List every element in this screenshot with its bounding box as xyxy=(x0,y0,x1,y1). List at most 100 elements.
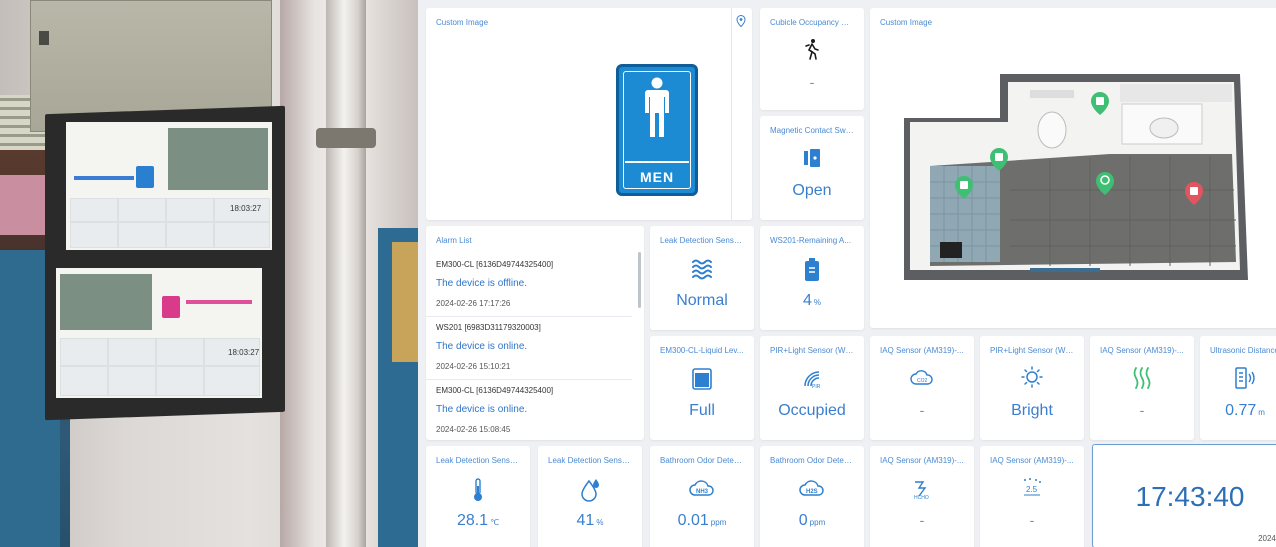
leak-temperature-card[interactable]: Leak Detection Sensor... 28.1 ℃ xyxy=(426,446,530,547)
screen-women-sign xyxy=(162,296,180,318)
monitor-screen-bottom: 18:03:27 xyxy=(56,268,262,398)
card-title: EM300-CL-Liquid Lev... xyxy=(660,346,744,355)
card-title: Custom Image xyxy=(880,18,933,27)
nh3-cloud-icon: NH3 xyxy=(689,478,715,503)
sensor-unit: m xyxy=(1258,408,1265,417)
restroom-floorplan-image xyxy=(904,74,1248,280)
alarm-device: EM300-CL [6136D49744325400] xyxy=(436,260,554,269)
cubicle-occupancy-card[interactable]: Cubicle Occupancy Se... - xyxy=(760,8,864,110)
alarm-item[interactable]: EM300-CL [6136D49744325400] The device i… xyxy=(426,254,632,317)
alarm-time: 2024-02-26 15:08:45 xyxy=(436,425,511,434)
card-title: Bathroom Odor Detec... xyxy=(660,456,744,465)
sensor-unit: ppm xyxy=(710,518,727,527)
sensor-reading: 0.77 m xyxy=(1200,402,1276,420)
card-title: PIR+Light Sensor (WS... xyxy=(990,346,1074,355)
alarm-item[interactable]: EM300-CL [6136D49744325400] The device i… xyxy=(426,380,632,440)
dispenser-icon xyxy=(803,258,821,287)
alarm-item[interactable]: WS201 [6983D31179320003] The device is o… xyxy=(426,317,632,380)
iaq-co2-card[interactable]: IAQ Sensor (AM319)-... CO2 - xyxy=(870,336,974,440)
sensor-value: 0 xyxy=(798,512,808,529)
sensor-reading: 0.01 ppm xyxy=(650,512,754,530)
co2-cloud-icon: CO2 xyxy=(910,368,934,393)
leak-humidity-card[interactable]: Leak Detection Sensor... 41% xyxy=(538,446,642,547)
bathroom-odor-nh3-card[interactable]: Bathroom Odor Detec... NH3 0.01 ppm xyxy=(650,446,754,547)
sensor-unit: % xyxy=(813,298,822,307)
svg-text:NH3: NH3 xyxy=(696,489,709,495)
sensor-reading: 41% xyxy=(538,512,642,530)
iaq-heat-card[interactable]: IAQ Sensor (AM319)-... - xyxy=(1090,336,1194,440)
alarm-list[interactable]: EM300-CL [6136D49744325400] The device i… xyxy=(426,254,632,440)
h2s-cloud-icon: H2S xyxy=(799,478,825,503)
custom-image-card-1[interactable]: Custom Image MEN xyxy=(426,8,752,220)
pir-icon: PIR xyxy=(801,368,823,395)
heat-waves-icon xyxy=(1132,366,1152,395)
card-title: Leak Detection Sensor... xyxy=(548,456,632,465)
sensor-reading: 4% xyxy=(760,292,864,310)
screen-floorplan-2 xyxy=(60,274,152,330)
pir-light-sensor-card-2[interactable]: PIR+Light Sensor (WS... Bright xyxy=(980,336,1084,440)
clock-time: 17:43:40 xyxy=(1135,481,1245,512)
scrollbar[interactable] xyxy=(638,252,641,308)
alarm-message: The device is offline. xyxy=(436,278,527,289)
sensor-value: - xyxy=(809,74,815,90)
screen-men-sign xyxy=(136,166,154,188)
thermometer-icon xyxy=(472,478,484,507)
screen-arrow-left xyxy=(74,176,134,180)
iaq-pm25-card[interactable]: IAQ Sensor (AM319)-... 2.5 - xyxy=(980,446,1084,547)
person-walking-icon xyxy=(802,38,822,65)
alarm-list-card[interactable]: Alarm List EM300-CL [6136D49744325400] T… xyxy=(426,226,644,440)
screen-clock-1: 18:03:27 xyxy=(230,204,262,213)
custom-image-card-2[interactable]: Custom Image xyxy=(870,8,1276,328)
sensor-unit: ℃ xyxy=(490,518,500,527)
water-waves-icon xyxy=(690,256,714,285)
sensor-value: Occupied xyxy=(778,402,846,419)
card-title: Cubicle Occupancy Se... xyxy=(770,18,854,27)
ultrasonic-icon xyxy=(1233,366,1257,395)
svg-text:PIR: PIR xyxy=(812,384,821,390)
tank-full-icon xyxy=(692,368,712,395)
ultrasonic-distance-card[interactable]: Ultrasonic Distance 0.77 m xyxy=(1200,336,1276,440)
screen-arrow-right xyxy=(186,300,252,304)
em300-liquid-level-card[interactable]: EM300-CL-Liquid Lev... Full xyxy=(650,336,754,440)
sun-icon xyxy=(1021,366,1043,393)
screen-clock-2: 18:03:27 xyxy=(228,348,260,357)
card-title: IAQ Sensor (AM319)-... xyxy=(990,456,1074,465)
sensor-value: 28.1 xyxy=(456,512,489,529)
iaq-hcho-card[interactable]: IAQ Sensor (AM319)-... HCHO - xyxy=(870,446,974,547)
sensor-value: - xyxy=(919,512,925,528)
gold-panel xyxy=(392,242,418,362)
humidity-drop-icon xyxy=(579,478,601,507)
svg-text:H2S: H2S xyxy=(806,489,818,495)
clock-date: 2024-0 xyxy=(1258,534,1276,543)
card-title: WS201-Remaining A... xyxy=(770,236,851,245)
svg-text:HCHO: HCHO xyxy=(914,495,929,500)
card-title: Ultrasonic Distance xyxy=(1210,346,1276,355)
sensor-value: 41 xyxy=(576,512,595,529)
sensor-value: Normal xyxy=(676,292,728,309)
ws201-remaining-card[interactable]: WS201-Remaining A... 4% xyxy=(760,226,864,330)
alarm-device: EM300-CL [6136D49744325400] xyxy=(436,386,554,395)
magnetic-contact-card[interactable]: Magnetic Contact Swi... Open xyxy=(760,116,864,220)
door-contact-icon xyxy=(802,148,822,175)
sensor-value: - xyxy=(919,402,925,418)
pir-light-sensor-card-1[interactable]: PIR+Light Sensor (WS... PIR Occupied xyxy=(760,336,864,440)
card-title: IAQ Sensor (AM319)-... xyxy=(880,456,964,465)
svg-text:CO2: CO2 xyxy=(917,378,928,384)
sensor-value: - xyxy=(1139,402,1145,418)
sensor-value: 0.01 xyxy=(677,512,709,529)
card-title: IAQ Sensor (AM319)-... xyxy=(1100,346,1184,355)
leak-detection-card[interactable]: Leak Detection Sensor... Normal xyxy=(650,226,754,330)
svg-text:2.5: 2.5 xyxy=(1026,485,1038,494)
location-pin-icon[interactable] xyxy=(736,14,746,32)
sensor-value: - xyxy=(1029,512,1035,528)
alarm-message: The device is online. xyxy=(436,341,528,352)
bathroom-odor-h2s-card[interactable]: Bathroom Odor Detec... H2S 0 ppm xyxy=(760,446,864,547)
pm25-icon: 2.5 xyxy=(1021,476,1043,503)
card-title: IAQ Sensor (AM319)-... xyxy=(880,346,964,355)
hcho-icon: HCHO xyxy=(911,478,933,505)
clock-card[interactable]: 17:43:40 2024-0 xyxy=(1092,444,1276,547)
pipe-clamp xyxy=(316,128,376,148)
card-title: Magnetic Contact Swi... xyxy=(770,126,854,135)
card-title: Bathroom Odor Detec... xyxy=(770,456,854,465)
sensor-value: 4 xyxy=(802,292,812,309)
